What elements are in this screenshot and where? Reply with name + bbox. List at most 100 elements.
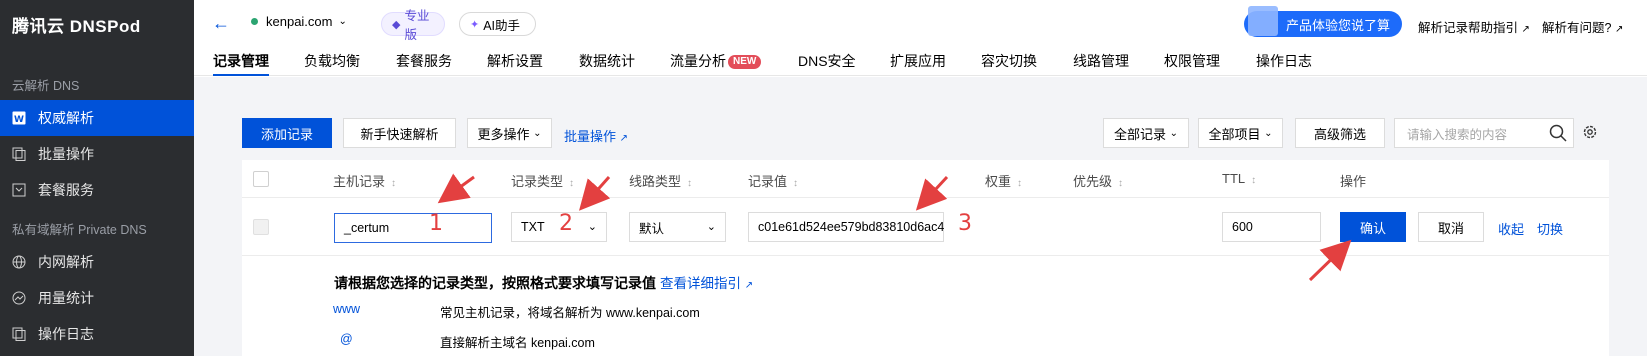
sidebar-item-package[interactable]: 套餐服务 [0,172,194,208]
col-weight: 权重 ↕ [985,174,1023,189]
gear-icon[interactable] [1582,124,1598,143]
select-all-checkbox[interactable] [253,171,269,187]
tab-failover[interactable]: 容灾切换 [981,51,1037,76]
ai-assistant-button[interactable]: ✦ AI助手 [459,12,536,36]
add-record-button[interactable]: 添加记录 [242,118,332,148]
tab-bar: 记录管理 负载均衡 套餐服务 解析设置 数据统计 流量分析 NEW DNS安全 扩… [194,46,1647,76]
annotation-number-1: 1 [429,211,443,236]
sidebar-item-oplog[interactable]: 操作日志 [0,316,194,352]
sidebar-group-dns: 云解析 DNS [12,79,80,93]
help-guide-link[interactable]: 解析记录帮助指引 ↗ [1418,17,1530,36]
format-hint: 请根据您选择的记录类型，按照格式要求填写记录值 查看详细指引 ↗ [334,272,753,293]
sort-icon: ↕ [1251,175,1257,186]
col-actions: 操作 [1340,174,1367,189]
ttl-input[interactable]: 600 [1222,212,1321,242]
tab-settings[interactable]: 解析设置 [487,51,543,76]
host-record-input[interactable]: _certum [334,213,492,243]
external-link-icon: ↗ [1614,24,1624,35]
sort-icon: ↕ [391,178,397,189]
status-dot [251,18,258,25]
tab-extensions[interactable]: 扩展应用 [890,51,946,76]
tab-oplog[interactable]: 操作日志 [1256,51,1312,76]
external-link-icon: ↗ [619,133,629,144]
domain-selector[interactable]: kenpai.com ⌄ [251,14,347,29]
col-ttl: TTL ↕ [1222,171,1257,186]
col-value: 记录值 ↕ [748,174,799,189]
line-type-select[interactable]: 默认 ⌄ [629,212,726,242]
tab-traffic[interactable]: 流量分析 NEW [670,51,762,76]
search-icon[interactable] [1549,124,1567,145]
feedback-banner[interactable]: 产品体验您说了算 [1244,6,1402,37]
sidebar-item-label: 套餐服务 [38,182,94,198]
quick-setup-button[interactable]: 新手快速解析 [343,118,456,148]
all-projects-dropdown[interactable]: 全部项目 ⌄ [1198,118,1283,148]
collapse-link[interactable]: 收起 [1498,219,1524,238]
row-checkbox [253,219,269,235]
switch-link[interactable]: 切换 [1537,219,1563,238]
pro-badge[interactable]: ◆ 专业版 [381,9,445,42]
sort-icon: ↕ [793,178,799,189]
ai-label: AI助手 [483,18,521,33]
records-table: 主机记录 ↕ 记录类型 ↕ 线路类型 ↕ 记录值 ↕ 权重 ↕ 优先级 ↕ TTL ↕ 操作 … [242,160,1609,356]
search-input[interactable]: 请输入搜索的内容 [1394,118,1574,148]
sidebar-item-usage[interactable]: 用量统计 [0,280,194,316]
chevron-down-icon: ⌄ [1169,127,1179,139]
sort-icon: ↕ [1017,178,1023,189]
col-host: 主机记录 ↕ [333,174,397,189]
search-placeholder: 请输入搜索的内容 [1407,127,1508,142]
question-link[interactable]: 解析有问题? ↗ [1542,17,1623,36]
feedback-label: 产品体验您说了算 [1285,17,1390,33]
cancel-button[interactable]: 取消 [1418,212,1484,242]
table-header: 主机记录 ↕ 记录类型 ↕ 线路类型 ↕ 记录值 ↕ 权重 ↕ 优先级 ↕ TTL ↕ 操作 [242,160,1609,198]
tab-load-balance[interactable]: 负载均衡 [304,51,360,76]
sidebar-item-label: 操作日志 [38,326,94,342]
tab-package[interactable]: 套餐服务 [396,51,452,76]
chevron-down-icon: ⌄ [533,127,542,139]
detailed-guide-link[interactable]: 查看详细指引 ↗ [660,276,753,291]
tab-security[interactable]: DNS安全 [798,51,856,76]
diamond-icon: ◆ [392,18,401,31]
package-icon [12,183,26,197]
sidebar-item-label: 用量统计 [38,290,94,306]
tab-traffic-label: 流量分析 [670,53,726,69]
domain-name: kenpai.com [266,14,333,29]
col-type: 记录类型 ↕ [511,174,575,189]
chevron-down-icon: ⌄ [1264,127,1273,139]
brand-logo: 腾讯云 DNSPod [12,16,141,36]
example-key: www [333,302,361,316]
sidebar: 腾讯云 DNSPod 云解析 DNS W 权威解析 批量操作 套餐服务 私有域解… [0,0,194,356]
example-desc: 直接解析主域名 kenpai.com [440,336,595,350]
ai-icon: ✦ [470,18,480,31]
annotation-number-3: 3 [958,211,972,236]
tab-stats[interactable]: 数据统计 [579,51,635,76]
back-arrow-icon[interactable]: ← [212,13,230,34]
all-records-dropdown[interactable]: 全部记录 ⌄ [1103,118,1189,148]
sidebar-item-intranet[interactable]: 内网解析 [0,244,194,280]
tab-records[interactable]: 记录管理 [213,51,269,76]
tab-permissions[interactable]: 权限管理 [1164,51,1220,76]
record-value-input[interactable]: c01e61d524ee579bd83810d6ac4 [748,212,944,242]
sort-icon: ↕ [569,178,575,189]
annotation-number-2: 2 [559,211,573,236]
tab-lines[interactable]: 线路管理 [1073,51,1129,76]
col-line: 线路类型 ↕ [629,174,693,189]
sidebar-item-label: 内网解析 [38,254,94,270]
dns-icon: W [12,111,26,125]
sidebar-item-label: 权威解析 [38,110,94,126]
document-icon [1248,6,1278,36]
chevron-down-icon: ⌄ [587,221,597,233]
sidebar-item-label: 批量操作 [38,146,94,162]
external-link-icon: ↗ [744,280,754,291]
svg-text:W: W [14,115,24,125]
top-bar: ← kenpai.com ⌄ ◆ 专业版 ✦ AI助手 产品体验您说了算 解析记… [194,0,1647,46]
hint-text: 请根据您选择的记录类型，按照格式要求填写记录值 [334,275,656,291]
batch-actions-link[interactable]: 批量操作 ↗ [564,126,628,145]
confirm-button[interactable]: 确认 [1340,212,1406,242]
more-actions-dropdown[interactable]: 更多操作 ⌄ [467,118,552,148]
sidebar-item-authoritative[interactable]: W 权威解析 [0,100,194,136]
sort-icon: ↕ [687,178,693,189]
advanced-filter-button[interactable]: 高级筛选 [1295,118,1385,148]
col-priority: 优先级 ↕ [1073,174,1124,189]
sidebar-item-batch[interactable]: 批量操作 [0,136,194,172]
sidebar-group-private-dns: 私有域解析 Private DNS [12,223,147,237]
